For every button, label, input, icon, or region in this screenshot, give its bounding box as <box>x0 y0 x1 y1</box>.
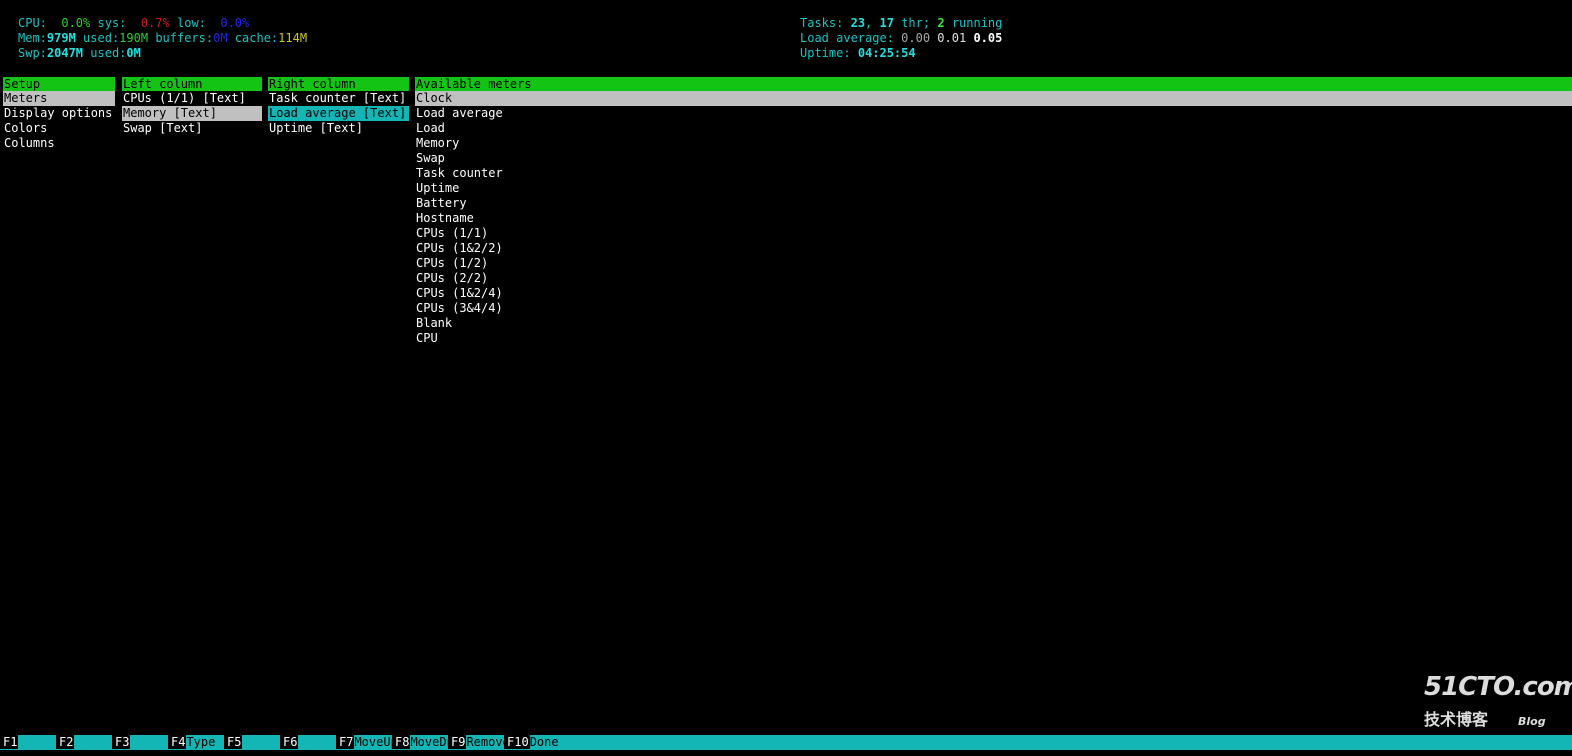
watermark-subtitle: 技术博客 <box>1424 710 1489 729</box>
load-label: Load average: <box>800 31 894 45</box>
load-1min: 0.00 <box>901 31 931 45</box>
running-label: running <box>951 16 1003 30</box>
load-average-meter: Load average: 0.00 0.01 0.05 <box>800 31 1002 46</box>
meter-item[interactable]: Uptime <box>415 181 1572 196</box>
f5-key-label: F5 <box>224 735 243 749</box>
meter-item[interactable]: CPUs (1&2/2) <box>415 241 1572 256</box>
load-5min: 0.01 <box>937 31 967 45</box>
f10-key-label: F10 <box>504 735 530 749</box>
thr-label: thr; <box>901 16 931 30</box>
available-meters-title: Available meters <box>415 77 1572 91</box>
left-column-item-memory[interactable]: Memory [Text] <box>122 106 262 121</box>
left-column-item-cpus[interactable]: CPUs (1/1) [Text] <box>122 91 262 106</box>
right-column-item-task-counter[interactable]: Task counter [Text] <box>268 91 409 106</box>
f6-key-label: F6 <box>280 735 299 749</box>
meter-item[interactable]: Task counter <box>415 166 1572 181</box>
task-counter-meter: Tasks: 23, 17 thr; 2 running <box>800 16 1002 31</box>
tasks-label: Tasks: <box>800 16 844 30</box>
mem-cache-value: 114M <box>278 31 308 45</box>
mem-used-value: 190M <box>119 31 149 45</box>
swp-used-value: 0M <box>126 46 141 60</box>
swp-used-label: used: <box>90 46 127 60</box>
right-column-item-uptime[interactable]: Uptime [Text] <box>268 121 409 136</box>
setup-item-meters[interactable]: Meters <box>3 91 115 106</box>
meter-item[interactable]: CPUs (1/1) <box>415 226 1572 241</box>
f7-key[interactable]: F7MoveUp <box>336 735 398 750</box>
meter-item[interactable]: CPUs (1/2) <box>415 256 1572 271</box>
cpu-meter: CPU: 0.0% sys: 0.7% low: 0.0% <box>18 16 249 31</box>
function-key-bar: F1 F2 F3 F4Type F5 F6 F7MoveUp F8MoveDn … <box>0 735 1572 750</box>
meter-item[interactable]: CPUs (3&4/4) <box>415 301 1572 316</box>
meter-item[interactable]: CPU <box>415 331 1572 346</box>
running-count: 2 <box>937 16 945 30</box>
right-column-title: Right column <box>268 77 409 91</box>
swp-label: Swp: <box>18 46 47 60</box>
mem-used-label: used: <box>83 31 120 45</box>
f3-key[interactable]: F3 <box>112 735 131 750</box>
meter-item[interactable]: CPUs (1&2/4) <box>415 286 1572 301</box>
setup-panel: Setup Meters Display options Colors Colu… <box>3 77 115 151</box>
low-value: 0.0% <box>220 16 250 30</box>
f8-key-label: F8 <box>392 735 411 749</box>
meter-item[interactable]: Hostname <box>415 211 1572 226</box>
load-15min: 0.05 <box>973 31 1003 45</box>
meter-item[interactable]: Clock <box>415 91 1572 106</box>
uptime-value: 04:25:54 <box>857 46 916 60</box>
f9-key-label: F9 <box>448 735 467 749</box>
meter-item[interactable]: CPUs (2/2) <box>415 271 1572 286</box>
f9-key[interactable]: F9Remove <box>448 735 510 750</box>
uptime-label: Uptime: <box>800 46 851 60</box>
watermark-blog: Blog <box>1518 715 1546 728</box>
mem-cache-label: cache: <box>234 31 279 45</box>
mem-total: 979M <box>46 31 76 45</box>
meter-item[interactable]: Memory <box>415 136 1572 151</box>
f8-key[interactable]: F8MoveDn <box>392 735 454 750</box>
left-column-title: Left column <box>122 77 262 91</box>
mem-label: Mem: <box>18 31 47 45</box>
setup-item-display-options[interactable]: Display options <box>3 106 115 121</box>
meter-item[interactable]: Load average <box>415 106 1572 121</box>
setup-item-columns[interactable]: Columns <box>3 136 115 151</box>
thr-count: 17 <box>879 16 894 30</box>
f1-key[interactable]: F1 <box>0 735 19 750</box>
f4-key[interactable]: F4Type <box>168 735 215 750</box>
watermark-site: 51CTO.com <box>1424 672 1572 702</box>
f10-key-action: Done <box>529 735 559 749</box>
f2-key[interactable]: F2 <box>56 735 75 750</box>
cpu-label: CPU: <box>18 16 47 30</box>
left-column-panel: Left column CPUs (1/1) [Text] Memory [Te… <box>122 77 262 136</box>
f7-key-label: F7 <box>336 735 355 749</box>
watermark-logo: 51CTO.com 技术博客 Blog <box>1424 674 1572 732</box>
f6-key[interactable]: F6 <box>280 735 299 750</box>
f1-key-label: F1 <box>0 735 19 749</box>
uptime-meter: Uptime: 04:25:54 <box>800 46 916 61</box>
f3-key-label: F3 <box>112 735 131 749</box>
swp-total: 2047M <box>46 46 84 60</box>
mem-buffers-label: buffers: <box>155 31 214 45</box>
sys-value: 0.7% <box>140 16 170 30</box>
f5-key[interactable]: F5 <box>224 735 243 750</box>
f4-key-label: F4 <box>168 735 187 749</box>
meter-item[interactable]: Swap <box>415 151 1572 166</box>
meter-item[interactable]: Battery <box>415 196 1572 211</box>
f2-key-label: F2 <box>56 735 75 749</box>
mem-buffers-value: 0M <box>213 31 228 45</box>
sys-label: sys: <box>97 16 127 30</box>
setup-title: Setup <box>3 77 115 91</box>
left-column-item-swap[interactable]: Swap [Text] <box>122 121 262 136</box>
low-label: low: <box>177 16 206 30</box>
swap-meter: Swp:2047M used:0M <box>18 46 141 61</box>
f4-key-action: Type <box>186 735 216 749</box>
meter-item[interactable]: Blank <box>415 316 1572 331</box>
f10-key[interactable]: F10Done <box>504 735 559 750</box>
mem-meter: Mem:979M used:190M buffers:0M cache:114M <box>18 31 307 46</box>
available-meters-panel: Available meters Clock Load average Load… <box>415 77 1572 346</box>
setup-item-colors[interactable]: Colors <box>3 121 115 136</box>
tasks-sep: , <box>865 16 873 30</box>
tasks-count: 23 <box>850 16 866 30</box>
cpu-value: 0.0% <box>61 16 91 30</box>
meter-item[interactable]: Load <box>415 121 1572 136</box>
right-column-item-load-average[interactable]: Load average [Text] <box>268 106 409 121</box>
right-column-panel: Right column Task counter [Text] Load av… <box>268 77 409 136</box>
